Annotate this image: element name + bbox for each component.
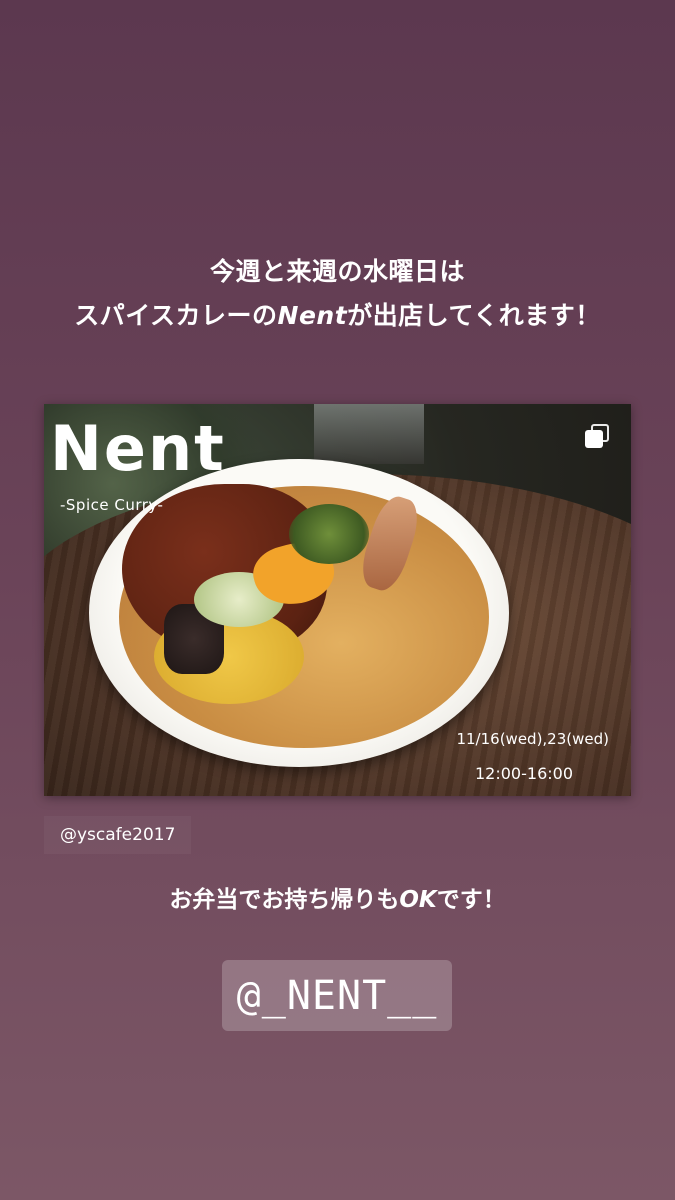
headline-brand: Nent bbox=[277, 301, 348, 330]
story-headline: 今週と来週の水曜日は スパイスカレーのNentが出店してくれます！ bbox=[0, 250, 675, 338]
post-subtitle: -Spice Curry- bbox=[60, 496, 164, 514]
takeout-note: お弁当でお持ち帰りもOKです！ bbox=[0, 880, 675, 914]
shared-post-card[interactable]: Nent -Spice Curry- 11/16(wed),23(wed) 12… bbox=[44, 404, 631, 796]
event-dates: 11/16(wed),23(wed) bbox=[456, 730, 609, 748]
post-title: Nent bbox=[50, 412, 226, 485]
mention-sticker[interactable]: @ _NENT__ bbox=[222, 960, 452, 1031]
mention-handle: _NENT__ bbox=[261, 972, 438, 1019]
headline-line-2-start: スパイスカレーの bbox=[74, 301, 278, 330]
event-time: 12:00-16:00 bbox=[475, 764, 573, 783]
multi-image-icon bbox=[585, 424, 611, 450]
post-username[interactable]: @yscafe2017 bbox=[44, 816, 192, 854]
headline-line-2-end: が出店してくれます！ bbox=[347, 301, 601, 330]
herb-topping bbox=[289, 504, 369, 564]
headline-line-1: 今週と来週の水曜日は bbox=[209, 257, 465, 286]
window-light bbox=[314, 404, 424, 464]
takeout-note-start: お弁当でお持ち帰りも bbox=[169, 887, 400, 913]
takeout-note-end: です！ bbox=[436, 887, 506, 913]
at-icon: @ bbox=[236, 972, 262, 1019]
takeout-ok: OK bbox=[399, 887, 437, 913]
headline-line-2: スパイスカレーのNentが出店してくれます！ bbox=[0, 294, 675, 338]
